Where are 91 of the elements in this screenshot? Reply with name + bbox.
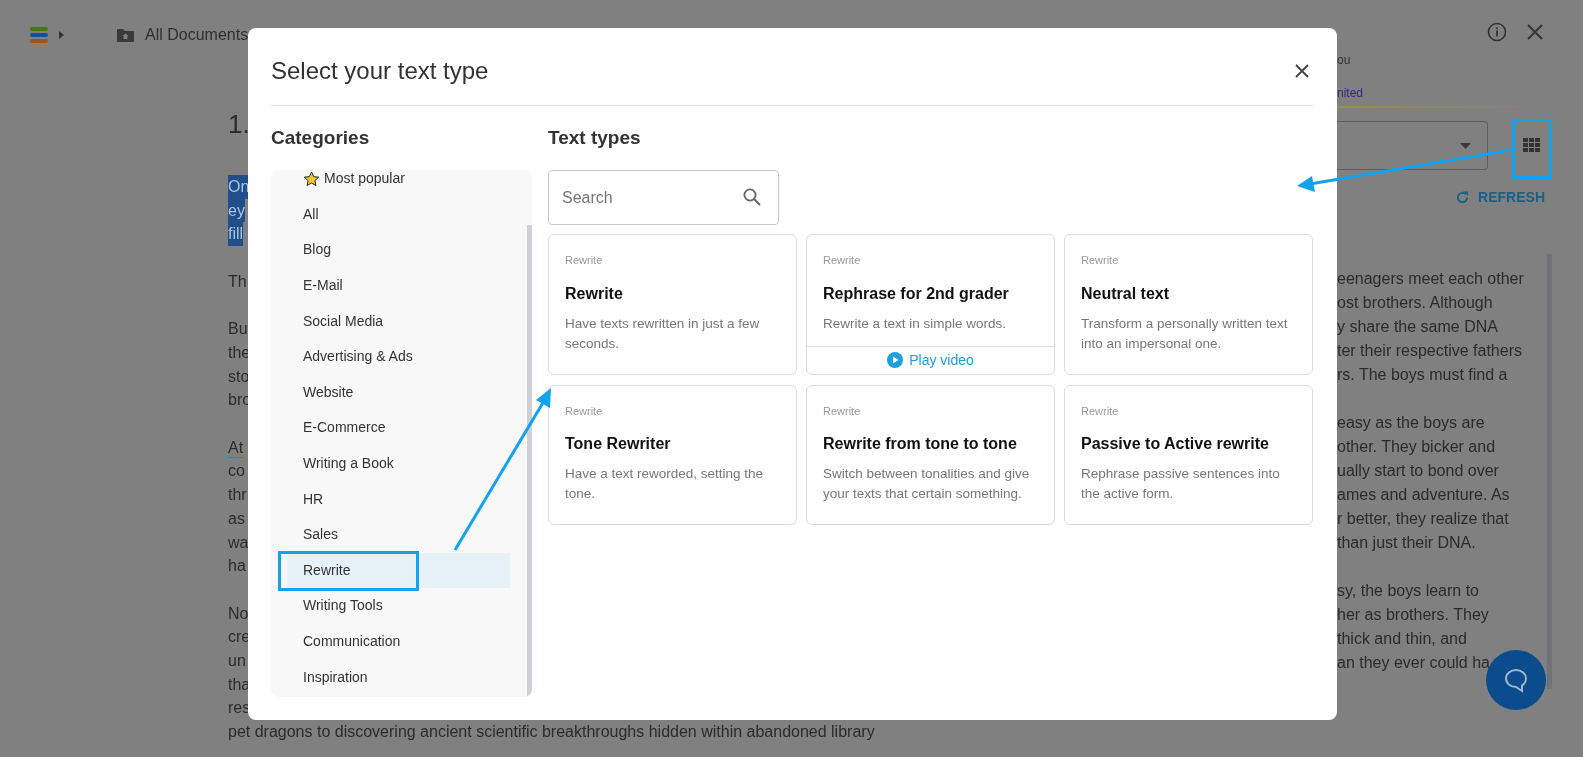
paragraph-text: ter their respective fathers (1337, 341, 1523, 361)
paragraph-text: ha (228, 556, 246, 577)
category-item[interactable]: Most popular (287, 170, 510, 197)
paragraph-text: sy, the boys learn to (1337, 581, 1480, 601)
category-item[interactable]: Sales (287, 516, 510, 553)
category-item[interactable]: Advertising & Ads (287, 338, 510, 375)
category-item[interactable]: Writing Tools (287, 588, 510, 624)
section-heading: Categories (271, 126, 371, 150)
card-category: Rewrite (565, 403, 604, 419)
paragraph-text: other. They bicker and (1337, 437, 1497, 457)
paragraph-text: ost brothers. Although (1337, 293, 1494, 313)
info-icon[interactable] (1487, 21, 1507, 42)
paragraph-text: as (228, 508, 245, 529)
paragraph-text: No (228, 603, 249, 624)
logo-icon[interactable] (30, 27, 50, 43)
card-title: Neutral text (1081, 283, 1171, 304)
card-category: Rewrite (565, 253, 604, 268)
paragraph-text: ames and adventure. As (1337, 485, 1511, 505)
paragraph-text: than just their DNA. (1337, 533, 1477, 553)
plan-label: nited (1337, 85, 1365, 102)
scrollbar-thumb[interactable] (527, 225, 532, 697)
category-item[interactable]: Writing a Book (287, 445, 510, 482)
paragraph-text: y share the same DNA (1337, 317, 1499, 337)
card-title: Passive to Active rewrite (1081, 434, 1270, 454)
selected-text: ey (228, 198, 245, 223)
caret-icon[interactable] (59, 31, 65, 39)
category-item[interactable]: Social Media (287, 303, 510, 339)
paragraph-text: thr (228, 485, 247, 506)
card-category: Rewrite (823, 253, 862, 268)
category-item[interactable]: Website (287, 374, 510, 411)
selected-text: fill (228, 222, 244, 247)
card-description: Switch between tonalities and give your texts that certain something. (823, 465, 1031, 503)
paragraph-text: Bu (228, 319, 248, 340)
selected-text: On (228, 175, 250, 199)
card-title: Rewrite from tone to tone (823, 434, 1018, 454)
card-description: Rewrite a text in simple words. (823, 314, 1008, 333)
paragraph-text: un (228, 651, 246, 671)
highlight-frame (1512, 119, 1552, 179)
card-category: Rewrite (1081, 253, 1120, 268)
card-title: Rephrase for 2nd grader (823, 283, 1010, 304)
paragraph-text: sto (228, 366, 250, 387)
category-item[interactable]: Communication (287, 623, 510, 660)
card-description: Transform a personally written text into an impersonal one. (1081, 314, 1289, 353)
card-description: Have texts rewritten in just a few seconds. (565, 314, 761, 353)
text-type-card[interactable]: Rewrite Neutral text Transform a personally written text into an impersonal one. (1064, 234, 1313, 375)
paragraph-text: her as brothers. They (1337, 605, 1490, 625)
text-type-card[interactable]: Rewrite Rewrite Have texts rewritten in just a few seconds. (548, 234, 797, 375)
text-type-card[interactable]: Rewrite Rephrase for 2nd grader Rewrite a text in simple words. Play video (806, 234, 1055, 375)
card-title: Tone Rewriter (565, 434, 672, 454)
paragraph-text: r better, they realize that (1337, 509, 1510, 529)
paragraph-text: co (228, 461, 245, 482)
card-description: Rephrase passive sentences into the active form. (1081, 465, 1281, 503)
refresh-icon (1455, 190, 1471, 205)
paragraph-text: an they ever could ha (1337, 653, 1491, 673)
category-item[interactable]: Blog (287, 232, 510, 268)
grid-icon (1522, 138, 1541, 153)
star-icon (303, 170, 320, 187)
paragraph-text: ually start to bond over (1337, 461, 1500, 481)
home-folder-icon (117, 28, 134, 42)
close-icon[interactable] (1527, 23, 1543, 40)
category-item[interactable]: E-Mail (287, 267, 510, 304)
category-item[interactable]: Rewrite (287, 552, 510, 589)
dialog-title: Select your text type (271, 55, 489, 86)
paragraph-text: thick and thin, and (1337, 629, 1468, 649)
search-field[interactable]: Search (548, 170, 779, 225)
card-description: Have a text reworded, setting the tone. (565, 465, 765, 503)
card-category: Rewrite (823, 403, 862, 419)
document-heading: 1. (228, 108, 250, 140)
text-type-card[interactable]: Rewrite Rewrite from tone to tone Switch between tonalities and give your texts that certain something. (806, 384, 1055, 525)
category-item[interactable]: E-Commerce (287, 410, 510, 446)
search-icon (743, 188, 761, 206)
paragraph-text: wa (228, 532, 249, 553)
chat-icon (1503, 667, 1529, 693)
paragraph-text: At (228, 437, 244, 458)
text-type-card[interactable]: Rewrite Tone Rewriter Have a text reworded, setting the tone. (548, 384, 797, 525)
category-item[interactable]: HR (287, 481, 510, 517)
panel-subtitle: ou (1337, 52, 1352, 69)
paragraph-text: easy as the boys are (1337, 413, 1486, 433)
category-item[interactable]: All (287, 196, 510, 233)
paragraph-text: Th (228, 271, 247, 292)
caret-icon (1460, 142, 1471, 149)
paragraph-text: pet dragons to discovering ancient scientific breakthroughs hidden within abandoned library (228, 722, 875, 743)
section-heading: Text types (548, 126, 642, 150)
paragraph-text: eenagers meet each other (1337, 269, 1525, 289)
category-item[interactable]: Inspiration (287, 659, 510, 695)
card-category: Rewrite (1081, 403, 1120, 419)
close-icon (1295, 63, 1309, 78)
text-type-card[interactable]: Rewrite Passive to Active rewrite Rephrase passive sentences into the active form. (1064, 384, 1313, 525)
card-title: Rewrite (565, 283, 624, 304)
play-icon (887, 352, 904, 368)
paragraph-text: rs. The boys must find a (1337, 365, 1509, 385)
